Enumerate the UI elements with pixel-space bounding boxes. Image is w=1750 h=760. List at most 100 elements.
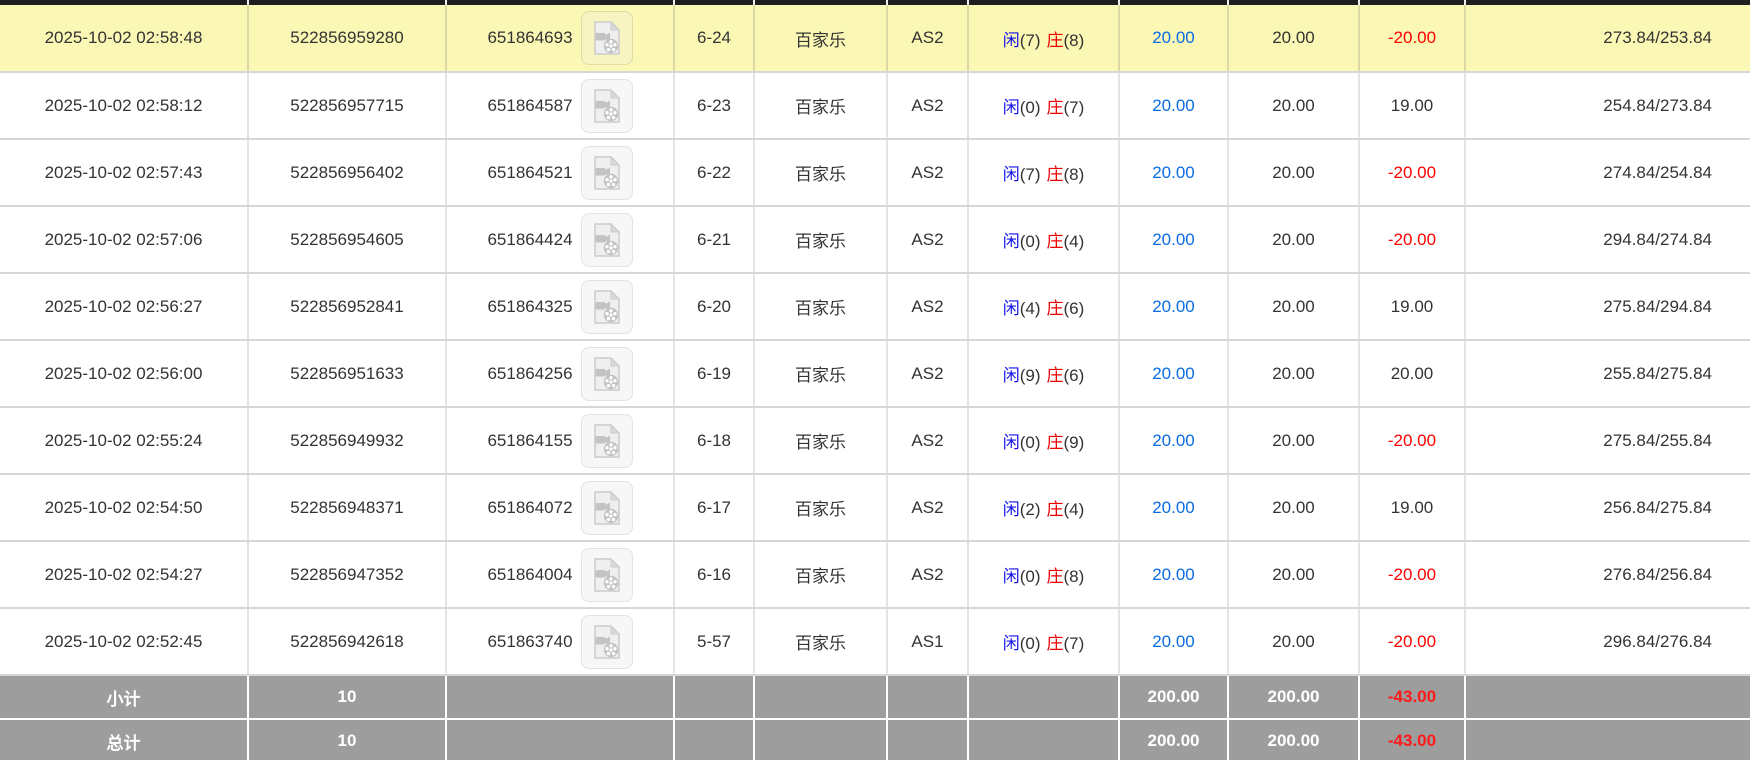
valid-bet-amount: 20.00: [1228, 407, 1359, 474]
subtotal-bet: 200.00: [1119, 675, 1228, 719]
bet-amount-link[interactable]: 20.00: [1119, 139, 1228, 206]
banker-score: (8): [1064, 567, 1085, 586]
balance-after: 275.84/294.84: [1465, 273, 1750, 340]
table-code: AS2: [887, 407, 968, 474]
win-loss-amount: -20.00: [1359, 139, 1465, 206]
game-type: 百家乐: [754, 273, 887, 340]
table-code: AS1: [887, 608, 968, 675]
banker-score: (8): [1064, 165, 1085, 184]
bet-time: 2025-10-02 02:52:45: [0, 608, 248, 675]
game-type: 百家乐: [754, 206, 887, 273]
win-loss-amount: 19.00: [1359, 72, 1465, 139]
banker-label: 庄: [1047, 567, 1064, 586]
bet-records-table: 2025-10-02 02:58:48 522856959280 6518646…: [0, 0, 1750, 760]
grand-total-count: 10: [248, 719, 446, 760]
video-replay-button[interactable]: [581, 414, 633, 468]
banker-score: (9): [1064, 433, 1085, 452]
game-type: 百家乐: [754, 5, 887, 72]
banker-score: (6): [1064, 366, 1085, 385]
bet-amount-link[interactable]: 20.00: [1119, 340, 1228, 407]
video-replay-button[interactable]: [581, 280, 633, 334]
table-code: AS2: [887, 5, 968, 72]
win-loss-amount: -20.00: [1359, 541, 1465, 608]
table-code: AS2: [887, 340, 968, 407]
player-label: 闲: [1003, 500, 1020, 519]
grand-total-win-loss: -43.00: [1359, 719, 1465, 760]
video-replay-button[interactable]: [581, 615, 633, 669]
order-id: 522856954605: [248, 206, 446, 273]
game-id: 651864256: [487, 364, 572, 384]
video-replay-button[interactable]: [581, 79, 633, 133]
bet-amount-link[interactable]: 20.00: [1119, 407, 1228, 474]
game-result: 闲(0)庄(7): [968, 72, 1119, 139]
game-type: 百家乐: [754, 72, 887, 139]
table-code: AS2: [887, 72, 968, 139]
bet-amount-link[interactable]: 20.00: [1119, 273, 1228, 340]
table-row: 2025-10-02 02:56:27 522856952841 6518643…: [0, 273, 1750, 340]
game-id: 651864424: [487, 230, 572, 250]
game-id-cell: 651864587: [446, 72, 674, 139]
video-file-icon: [592, 222, 622, 258]
valid-bet-amount: 20.00: [1228, 340, 1359, 407]
player-score: (0): [1020, 232, 1041, 251]
bet-time: 2025-10-02 02:55:24: [0, 407, 248, 474]
bet-amount-link[interactable]: 20.00: [1119, 206, 1228, 273]
bet-time: 2025-10-02 02:57:06: [0, 206, 248, 273]
player-label: 闲: [1003, 232, 1020, 251]
video-file-icon: [592, 490, 622, 526]
player-score: (7): [1020, 31, 1041, 50]
bet-amount-link[interactable]: 20.00: [1119, 5, 1228, 72]
order-id: 522856948371: [248, 474, 446, 541]
video-replay-button[interactable]: [581, 548, 633, 602]
video-replay-button[interactable]: [581, 213, 633, 267]
order-id: 522856956402: [248, 139, 446, 206]
valid-bet-amount: 20.00: [1228, 5, 1359, 72]
game-result: 闲(0)庄(7): [968, 608, 1119, 675]
banker-label: 庄: [1047, 634, 1064, 653]
table-row: 2025-10-02 02:56:00 522856951633 6518642…: [0, 340, 1750, 407]
player-score: (4): [1020, 299, 1041, 318]
video-replay-button[interactable]: [581, 481, 633, 535]
win-loss-amount: 20.00: [1359, 340, 1465, 407]
player-score: (0): [1020, 98, 1041, 117]
table-code: AS2: [887, 139, 968, 206]
banker-score: (7): [1064, 634, 1085, 653]
game-type: 百家乐: [754, 340, 887, 407]
video-file-icon: [592, 423, 622, 459]
game-id: 651864693: [487, 28, 572, 48]
balance-after: 275.84/255.84: [1465, 407, 1750, 474]
balance-after: 276.84/256.84: [1465, 541, 1750, 608]
video-replay-button[interactable]: [581, 347, 633, 401]
game-id: 651864325: [487, 297, 572, 317]
win-loss-amount: -20.00: [1359, 407, 1465, 474]
bet-amount-link[interactable]: 20.00: [1119, 608, 1228, 675]
subtotal-count: 10: [248, 675, 446, 719]
valid-bet-amount: 20.00: [1228, 206, 1359, 273]
valid-bet-amount: 20.00: [1228, 273, 1359, 340]
round-number: 6-17: [674, 474, 754, 541]
round-number: 6-19: [674, 340, 754, 407]
banker-label: 庄: [1047, 165, 1064, 184]
round-number: 5-57: [674, 608, 754, 675]
game-id-cell: 651864004: [446, 541, 674, 608]
game-result: 闲(0)庄(8): [968, 541, 1119, 608]
table-row: 2025-10-02 02:52:45 522856942618 6518637…: [0, 608, 1750, 675]
balance-after: 274.84/254.84: [1465, 139, 1750, 206]
records-tbody: 2025-10-02 02:58:48 522856959280 6518646…: [0, 5, 1750, 675]
video-replay-button[interactable]: [581, 11, 633, 65]
order-id: 522856959280: [248, 5, 446, 72]
game-id: 651864072: [487, 498, 572, 518]
player-label: 闲: [1003, 634, 1020, 653]
player-score: (0): [1020, 567, 1041, 586]
video-replay-button[interactable]: [581, 146, 633, 200]
game-id-cell: 651864693: [446, 5, 674, 72]
bet-amount-link[interactable]: 20.00: [1119, 474, 1228, 541]
game-id-cell: 651864521: [446, 139, 674, 206]
player-label: 闲: [1003, 366, 1020, 385]
valid-bet-amount: 20.00: [1228, 608, 1359, 675]
bet-time: 2025-10-02 02:54:50: [0, 474, 248, 541]
bet-amount-link[interactable]: 20.00: [1119, 72, 1228, 139]
game-id: 651864155: [487, 431, 572, 451]
balance-after: 273.84/253.84: [1465, 5, 1750, 72]
bet-amount-link[interactable]: 20.00: [1119, 541, 1228, 608]
